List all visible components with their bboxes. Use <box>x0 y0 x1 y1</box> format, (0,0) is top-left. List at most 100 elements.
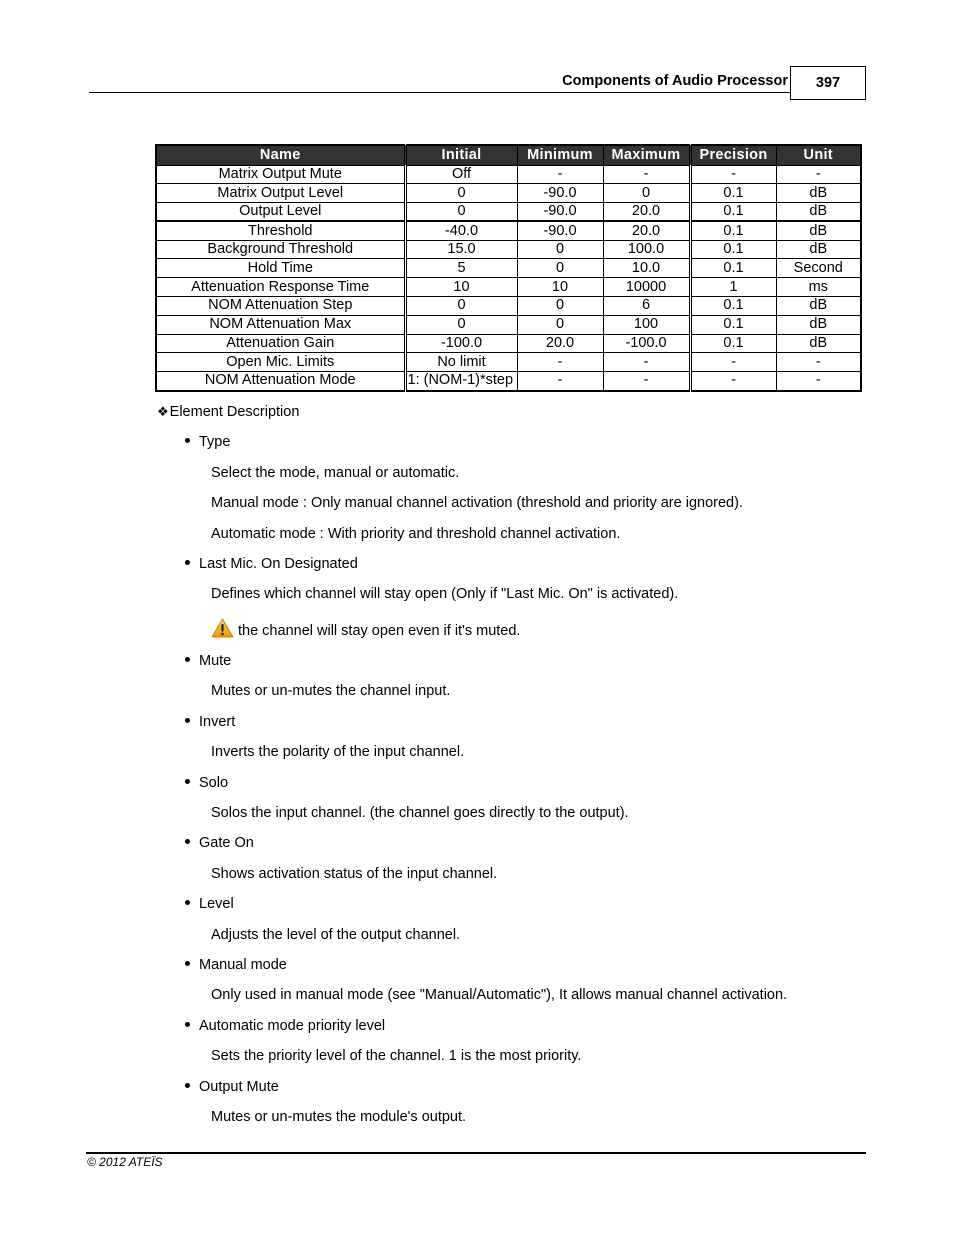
item-title-text: Gate On <box>199 835 254 851</box>
cell-precision: 0.1 <box>689 239 777 260</box>
table-row: Matrix Output Mute Off - - - - <box>155 164 862 185</box>
cell-unit: dB <box>775 220 862 241</box>
cell-minimum: - <box>516 164 604 185</box>
cell-minimum: -90.0 <box>516 220 604 241</box>
cell-name: Threshold <box>155 220 407 241</box>
bullet-icon <box>185 559 190 565</box>
item-title-text: Type <box>199 434 231 450</box>
cell-minimum: - <box>516 371 604 392</box>
table-row: Output Level 0 -90.0 20.0 0.1 dB <box>155 202 862 222</box>
bullet-icon <box>185 656 190 662</box>
cell-unit: dB <box>775 183 862 204</box>
cell-name: NOM Attenuation Max <box>155 314 407 335</box>
table-row: Open Mic. Limits No limit - - - - <box>155 352 862 373</box>
table-row: NOM Attenuation Max 0 0 100 0.1 dB <box>155 314 862 335</box>
description-item-title: Gate On <box>185 835 254 851</box>
cell-maximum: 10000 <box>602 277 692 298</box>
cell-name: Output Level <box>155 202 407 222</box>
table-row: NOM Attenuation Mode 1: (NOM-1)*step - - - - <box>155 371 862 392</box>
column-header-maximum: Maximum <box>602 145 692 165</box>
description-paragraph: Automatic mode : With priority and thres… <box>211 526 621 542</box>
cell-unit: - <box>775 164 862 185</box>
cell-unit: - <box>775 352 862 373</box>
item-title-text: Mute <box>199 653 232 669</box>
cell-unit: dB <box>775 296 862 316</box>
cell-initial: 1: (NOM-1)*step <box>404 371 518 392</box>
warning-note: the channel will stay open even if it's … <box>211 618 520 639</box>
description-item-title: Automatic mode priority level <box>185 1018 385 1034</box>
description-paragraph: Adjusts the level of the output channel. <box>211 927 461 943</box>
description-item-title: Last Mic. On Designated <box>185 556 358 572</box>
table-row: Matrix Output Level 0 -90.0 0 0.1 dB <box>155 183 862 204</box>
column-header-unit: Unit <box>775 145 862 165</box>
table-row: Attenuation Response Time 10 10 10000 1 ms <box>155 277 862 298</box>
item-title-text: Solo <box>199 775 229 791</box>
footer-rule <box>86 1152 866 1154</box>
running-header-title: Components of Audio Processor <box>562 73 788 89</box>
cell-maximum: -100.0 <box>602 333 692 354</box>
bullet-icon <box>185 899 190 905</box>
cell-maximum: - <box>602 164 692 185</box>
cell-unit: dB <box>775 333 862 354</box>
description-item-title: Level <box>185 896 234 912</box>
cell-unit: dB <box>775 314 862 335</box>
cell-name: Hold Time <box>155 258 407 279</box>
cell-name: Attenuation Response Time <box>155 277 407 298</box>
description-item-title: Invert <box>185 714 235 730</box>
page-number: 397 <box>790 66 866 100</box>
description-item-title: Output Mute <box>185 1079 279 1095</box>
cell-initial: -40.0 <box>404 220 518 241</box>
table-row: NOM Attenuation Step 0 0 6 0.1 dB <box>155 296 862 316</box>
header-rule <box>89 92 791 93</box>
cell-precision: 0.1 <box>689 258 777 279</box>
cell-unit: dB <box>775 202 862 222</box>
cell-minimum: -90.0 <box>516 183 604 204</box>
parameter-table: Name Initial Minimum Maximum Precision U… <box>155 144 862 392</box>
cell-name: Open Mic. Limits <box>155 352 407 373</box>
section-heading-text: Element Description <box>169 404 300 420</box>
cell-minimum: 10 <box>516 277 604 298</box>
description-paragraph: Inverts the polarity of the input channe… <box>211 744 465 760</box>
cell-name: Attenuation Gain <box>155 333 407 354</box>
table-row: Hold Time 5 0 10.0 0.1 Second <box>155 258 862 279</box>
cell-maximum: 100.0 <box>602 239 692 260</box>
column-header-precision: Precision <box>689 145 777 165</box>
description-paragraph: Manual mode : Only manual channel activa… <box>211 495 743 511</box>
item-title-text: Manual mode <box>199 957 287 973</box>
bullet-icon <box>185 960 190 966</box>
bullet-icon <box>185 1082 190 1088</box>
cell-maximum: 20.0 <box>602 220 692 241</box>
table-row: Threshold -40.0 -90.0 20.0 0.1 dB <box>155 220 862 241</box>
cell-precision: - <box>689 371 777 392</box>
description-paragraph: Defines which channel will stay open (On… <box>211 586 679 602</box>
cell-minimum: 20.0 <box>516 333 604 354</box>
cell-initial: 0 <box>404 296 518 316</box>
cell-unit: Second <box>775 258 862 279</box>
cell-precision: - <box>689 164 777 185</box>
item-title-text: Output Mute <box>199 1079 279 1095</box>
cell-maximum: 100 <box>602 314 692 335</box>
cell-precision: 0.1 <box>689 183 777 204</box>
cell-initial: 0 <box>404 202 518 222</box>
cell-initial: 0 <box>404 183 518 204</box>
bullet-icon <box>185 778 190 784</box>
description-item-title: Solo <box>185 775 228 791</box>
diamond-cluster-icon: ❖ <box>157 404 169 419</box>
cell-precision: 0.1 <box>689 296 777 316</box>
column-header-name: Name <box>155 145 407 165</box>
description-item-title: Type <box>185 434 230 450</box>
bullet-icon <box>185 437 190 443</box>
cell-minimum: 0 <box>516 296 604 316</box>
cell-initial: 0 <box>404 314 518 335</box>
cell-initial: -100.0 <box>404 333 518 354</box>
cell-unit: ms <box>775 277 862 298</box>
cell-precision: 0.1 <box>689 220 777 241</box>
cell-minimum: - <box>516 352 604 373</box>
column-header-minimum: Minimum <box>516 145 604 165</box>
cell-initial: Off <box>404 164 518 185</box>
cell-name: Matrix Output Mute <box>155 164 407 185</box>
cell-minimum: 0 <box>516 258 604 279</box>
warning-triangle-icon <box>211 618 234 638</box>
table-header-row: Name Initial Minimum Maximum Precision U… <box>155 145 862 165</box>
description-item-title: Mute <box>185 653 231 669</box>
